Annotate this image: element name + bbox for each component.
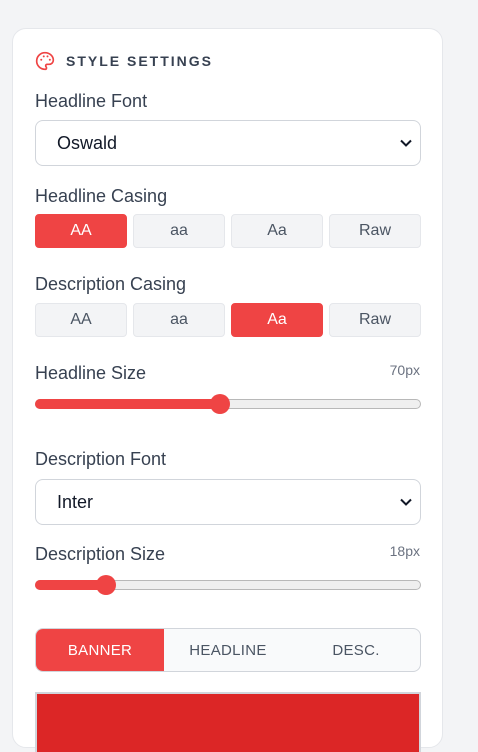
description-font-value: Inter: [57, 491, 94, 512]
description-casing-raw[interactable]: Raw: [329, 303, 421, 337]
headline-size-label: Headline Size: [35, 363, 147, 383]
chevron-down-icon: [400, 139, 412, 147]
description-casing-title[interactable]: Aa: [231, 303, 323, 337]
description-font-label: Description Font: [35, 449, 167, 469]
headline-font-select[interactable]: Oswald: [35, 120, 421, 166]
headline-casing-group: AA aa Aa Raw: [35, 214, 421, 248]
headline-casing-upper[interactable]: AA: [35, 214, 127, 248]
headline-font-label: Headline Font: [35, 91, 148, 111]
slider-thumb[interactable]: [210, 394, 230, 414]
description-casing-lower[interactable]: aa: [133, 303, 225, 337]
headline-casing-raw[interactable]: Raw: [329, 214, 421, 248]
chevron-down-icon: [400, 498, 412, 506]
tab-desc[interactable]: DESC.: [292, 629, 420, 671]
slider-fill: [35, 399, 220, 409]
panel-header: STYLE SETTINGS: [35, 51, 213, 71]
description-size-label: Description Size: [35, 544, 166, 564]
palette-icon: [35, 51, 55, 71]
tab-banner[interactable]: BANNER: [36, 629, 164, 671]
panel-title: STYLE SETTINGS: [66, 53, 214, 69]
description-casing-group: AA aa Aa Raw: [35, 303, 421, 337]
tab-headline[interactable]: HEADLINE: [164, 629, 292, 671]
headline-size-slider[interactable]: [35, 394, 421, 414]
headline-size-value: 70px: [389, 362, 420, 378]
headline-font-value: Oswald: [57, 132, 118, 153]
description-casing-label: Description Casing: [35, 274, 187, 294]
headline-casing-title[interactable]: Aa: [231, 214, 323, 248]
headline-casing-lower[interactable]: aa: [133, 214, 225, 248]
slider-thumb[interactable]: [96, 575, 116, 595]
description-size-value: 18px: [389, 543, 420, 559]
style-settings-panel: STYLE SETTINGS Headline Font Oswald Head…: [12, 28, 443, 752]
description-casing-upper[interactable]: AA: [35, 303, 127, 337]
color-target-tabs: BANNER HEADLINE DESC.: [35, 628, 421, 672]
headline-casing-label: Headline Casing: [35, 186, 168, 206]
color-preview-swatch[interactable]: [35, 692, 421, 752]
description-font-select[interactable]: Inter: [35, 479, 421, 525]
description-size-slider[interactable]: [35, 575, 421, 595]
